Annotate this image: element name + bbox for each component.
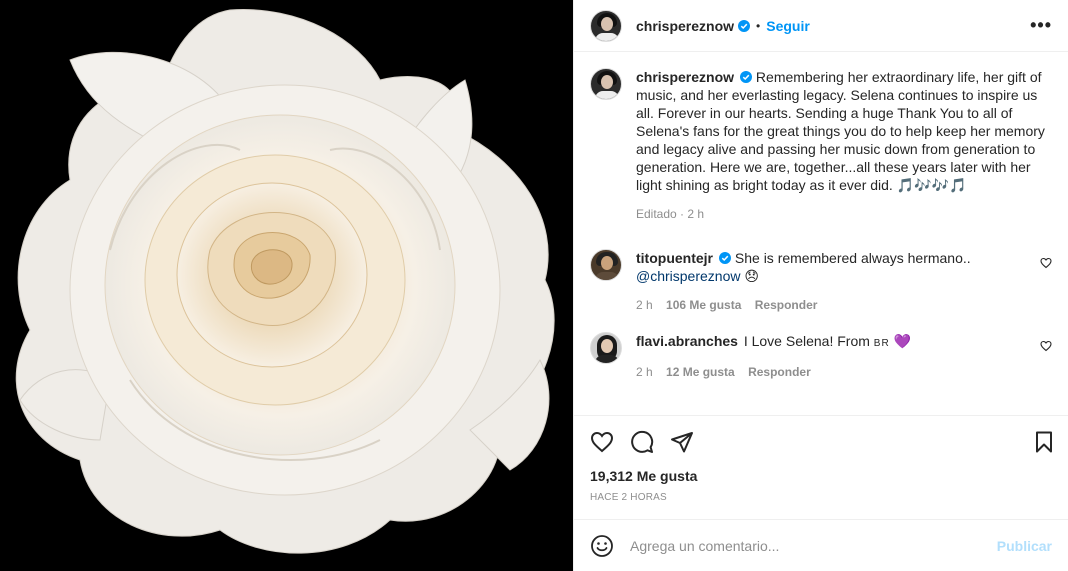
post-timestamp: HACE 2 HORAS — [590, 492, 667, 503]
commenter-username[interactable]: flavi.abranches — [636, 333, 738, 349]
post-actions — [574, 416, 1068, 468]
more-options-icon[interactable]: ••• — [1030, 15, 1052, 36]
comment-row: titopuentejr She is remembered always he… — [590, 249, 1052, 312]
comment-row: flavi.abranches I Love Selena! From BR 💜… — [590, 332, 1052, 379]
comment-mention-link[interactable]: @chrispereznow — [636, 268, 740, 284]
caption-username[interactable]: chrispereznow — [636, 69, 734, 85]
purple-heart-emoji: 💜 — [893, 334, 912, 350]
comments-list[interactable]: chrispereznow Remembering her extraordin… — [574, 52, 1068, 416]
comment-reply-button[interactable]: Responder — [755, 298, 818, 312]
share-send-icon[interactable] — [670, 430, 694, 454]
post-likes-count[interactable]: 19,312 Me gusta — [574, 468, 1068, 484]
white-rose-image — [0, 0, 573, 571]
save-bookmark-icon[interactable] — [1032, 430, 1056, 454]
add-comment-bar: Publicar — [574, 519, 1068, 571]
author-avatar[interactable] — [590, 9, 622, 42]
caption-meta: Editado · 2 h — [636, 207, 705, 221]
like-heart-icon[interactable] — [590, 430, 614, 454]
brazil-flag-emoji: BR — [873, 338, 890, 349]
verified-badge-icon — [738, 19, 751, 32]
post-header: chrispereznow • Seguir ••• — [574, 0, 1068, 52]
post-modal: chrispereznow • Seguir ••• chrispereznow… — [0, 0, 1068, 571]
comment-text: She is remembered always hermano.. — [734, 250, 971, 266]
caption-text: Remembering her extraordinary life, her … — [636, 69, 1045, 193]
emoji-smiley-icon[interactable] — [590, 534, 614, 558]
comment-meta: 2 h 12 Me gusta Responder — [636, 365, 1052, 379]
commenter-avatar[interactable] — [590, 249, 622, 281]
follow-button[interactable]: Seguir — [766, 18, 810, 34]
comment-text: I Love Selena! From — [743, 333, 870, 349]
comment-reply-button[interactable]: Responder — [748, 365, 811, 379]
post-image[interactable] — [0, 0, 573, 571]
commenter-username[interactable]: titopuentejr — [636, 250, 713, 266]
publish-button[interactable]: Publicar — [997, 538, 1052, 554]
comment-time: 2 h — [636, 298, 653, 312]
sad-face-emoji: 😞 — [744, 269, 759, 285]
separator-dot: • — [756, 18, 761, 33]
caption-author-avatar[interactable] — [590, 68, 622, 100]
comment-likes[interactable]: 12 Me gusta — [666, 365, 735, 379]
comment-meta: 2 h 106 Me gusta Responder — [636, 298, 1052, 312]
add-comment-input[interactable] — [630, 537, 997, 554]
author-username[interactable]: chrispereznow — [636, 18, 734, 34]
post-side-panel: chrispereznow • Seguir ••• chrispereznow… — [573, 0, 1068, 571]
comment-time: 2 h — [636, 365, 653, 379]
verified-badge-icon — [740, 71, 753, 83]
commenter-avatar[interactable] — [590, 332, 622, 364]
comment-likes[interactable]: 106 Me gusta — [666, 298, 741, 312]
verified-badge-icon — [719, 252, 731, 264]
music-notes-emoji: 🎵🎶🎶🎵 — [896, 178, 967, 194]
caption: chrispereznow Remembering her extraordin… — [590, 68, 1052, 221]
comment-bubble-icon[interactable] — [630, 430, 654, 454]
comment-like-heart-icon[interactable] — [1040, 340, 1052, 352]
comment-like-heart-icon[interactable] — [1040, 257, 1052, 269]
